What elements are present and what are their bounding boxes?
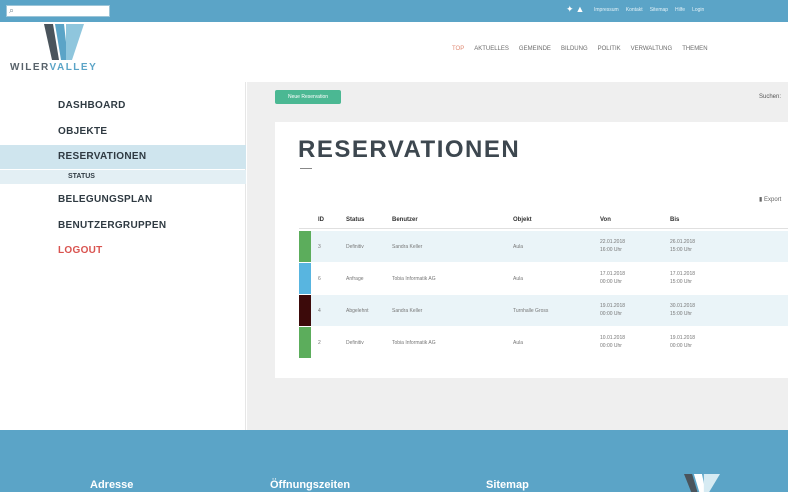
sidebar-item-reservationen[interactable]: RESERVATIONEN	[58, 151, 146, 162]
nav-item-aktuelles[interactable]: AKTUELLES	[474, 46, 509, 52]
top-bar: ⌕ ✦▲ Impressum Kontakt Sitemap Hilfe Log…	[0, 0, 788, 22]
cell-object: Aula	[513, 340, 524, 346]
nav-item-politik[interactable]: POLITIK	[598, 46, 621, 52]
warning-icon[interactable]: ▲	[576, 4, 587, 14]
table-row[interactable]: 6 Anfrage Tobia Informatik AG Aula 17.01…	[299, 263, 788, 294]
column-header-status[interactable]: Status	[346, 217, 364, 223]
nav-item-bildung[interactable]: BILDUNG	[561, 46, 588, 52]
site-footer: Adresse Öffnungszeiten Sitemap	[0, 430, 788, 492]
status-color-bar	[299, 295, 311, 326]
top-icons: ✦▲	[566, 4, 586, 15]
site-header: WILERVALLEY TOP AKTUELLES GEMEINDE BILDU…	[0, 22, 788, 82]
column-header-id[interactable]: ID	[318, 217, 324, 223]
cell-from: 22.01.2018 16:00 Uhr	[600, 239, 626, 253]
status-color-bar	[299, 263, 311, 294]
cell-user: Sandra Keller	[392, 244, 423, 250]
cell-to: 26.01.2018 15:00 Uhr	[670, 239, 696, 253]
status-color-bar	[299, 327, 311, 358]
cell-to: 17.01.2018 15:00 Uhr	[670, 271, 696, 285]
cell-to: 19.01.2018 00:00 Uhr	[670, 335, 696, 349]
table-row[interactable]: 4 Abgelehnt Sandra Keller Turnhalle Gros…	[299, 295, 788, 326]
column-header-bis[interactable]: Bis	[670, 217, 679, 223]
page-title: RESERVATIONEN	[298, 136, 521, 163]
nav-item-verwaltung[interactable]: VERWALTUNG	[631, 46, 673, 52]
footer-heading-sitemap: Sitemap	[486, 479, 529, 491]
cell-from: 19.01.2018 00:00 Uhr	[600, 303, 626, 317]
cell-status: Abgelehnt	[346, 308, 369, 314]
top-link[interactable]: Sitemap	[650, 7, 668, 13]
sidebar-subitem-label: STATUS	[68, 173, 95, 180]
nav-item-gemeinde[interactable]: GEMEINDE	[519, 46, 551, 52]
sidebar-item-benutzergruppen[interactable]: BENUTZERGRUPPEN	[58, 220, 166, 231]
footer-heading-oeffnungszeiten: Öffnungszeiten	[270, 479, 351, 491]
file-icon: ▮	[759, 197, 763, 203]
cell-from: 10.01.2018 00:00 Uhr	[600, 335, 626, 349]
table-row[interactable]: 2 Definitiv Tobia Informatik AG Aula 10.…	[299, 327, 788, 358]
table-header: ID Status Benutzer Objekt Von Bis	[299, 213, 788, 229]
cell-from: 17.01.2018 00:00 Uhr	[600, 271, 626, 285]
export-button[interactable]: ▮ Export	[759, 196, 781, 203]
top-link[interactable]: Hilfe	[675, 7, 685, 13]
footer-logo-icon	[684, 474, 720, 492]
sidebar: STATUS DASHBOARD OBJEKTE RESERVATIONEN B…	[0, 82, 246, 430]
reservations-card: RESERVATIONEN ▮ Export ID Status Benutze…	[275, 122, 788, 378]
cell-object: Turnhalle Gross	[513, 308, 549, 314]
cell-object: Aula	[513, 244, 524, 250]
column-header-benutzer[interactable]: Benutzer	[392, 217, 418, 223]
cell-to: 30.01.2018 15:00 Uhr	[670, 303, 696, 317]
accessibility-icon[interactable]: ✦	[566, 4, 576, 14]
main-content: Neue Reservation Suchen: RESERVATIONEN ▮…	[247, 82, 788, 430]
wilervalley-logo[interactable]: WILERVALLEY	[10, 24, 120, 76]
cell-id: 4	[318, 308, 321, 314]
cell-status: Anfrage	[346, 276, 364, 282]
cell-status: Definitiv	[346, 340, 364, 346]
sidebar-item-logout[interactable]: LOGOUT	[58, 245, 103, 256]
status-color-bar	[299, 231, 311, 262]
cell-id: 2	[318, 340, 321, 346]
table-row[interactable]: 3 Definitiv Sandra Keller Aula 22.01.201…	[299, 231, 788, 262]
sidebar-item-objekte[interactable]: OBJEKTE	[58, 126, 107, 137]
cell-id: 3	[318, 244, 321, 250]
top-link[interactable]: Impressum	[594, 7, 619, 13]
sidebar-item-belegungsplan[interactable]: BELEGUNGSPLAN	[58, 194, 152, 205]
footer-heading-adresse: Adresse	[90, 479, 134, 491]
cell-user: Tobia Informatik AG	[392, 340, 436, 346]
cell-status: Definitiv	[346, 244, 364, 250]
title-underline	[300, 168, 312, 169]
top-search-input[interactable]: ⌕	[6, 5, 110, 17]
column-header-objekt[interactable]: Objekt	[513, 217, 532, 223]
column-header-von[interactable]: Von	[600, 217, 611, 223]
top-link[interactable]: Login	[692, 7, 704, 13]
cell-object: Aula	[513, 276, 524, 282]
sidebar-item-dashboard[interactable]: DASHBOARD	[58, 100, 126, 111]
nav-item-top[interactable]: TOP	[452, 46, 464, 52]
export-label: Export	[763, 197, 782, 203]
table-search-label: Suchen:	[759, 94, 782, 100]
cell-user: Sandra Keller	[392, 308, 423, 314]
cell-user: Tobia Informatik AG	[392, 276, 436, 282]
search-icon: ⌕	[9, 5, 15, 15]
main-nav: TOP AKTUELLES GEMEINDE BILDUNG POLITIK V…	[452, 46, 708, 52]
top-links: Impressum Kontakt Sitemap Hilfe Login	[594, 7, 704, 13]
nav-item-themen[interactable]: THEMEN	[682, 46, 707, 52]
logo-mark-icon	[44, 24, 84, 60]
new-reservation-button[interactable]: Neue Reservation	[275, 90, 341, 104]
sidebar-subitem-status[interactable]: STATUS	[0, 170, 246, 184]
top-link[interactable]: Kontakt	[626, 7, 643, 13]
logo-wordmark: WILERVALLEY	[10, 62, 98, 73]
cell-id: 6	[318, 276, 321, 282]
